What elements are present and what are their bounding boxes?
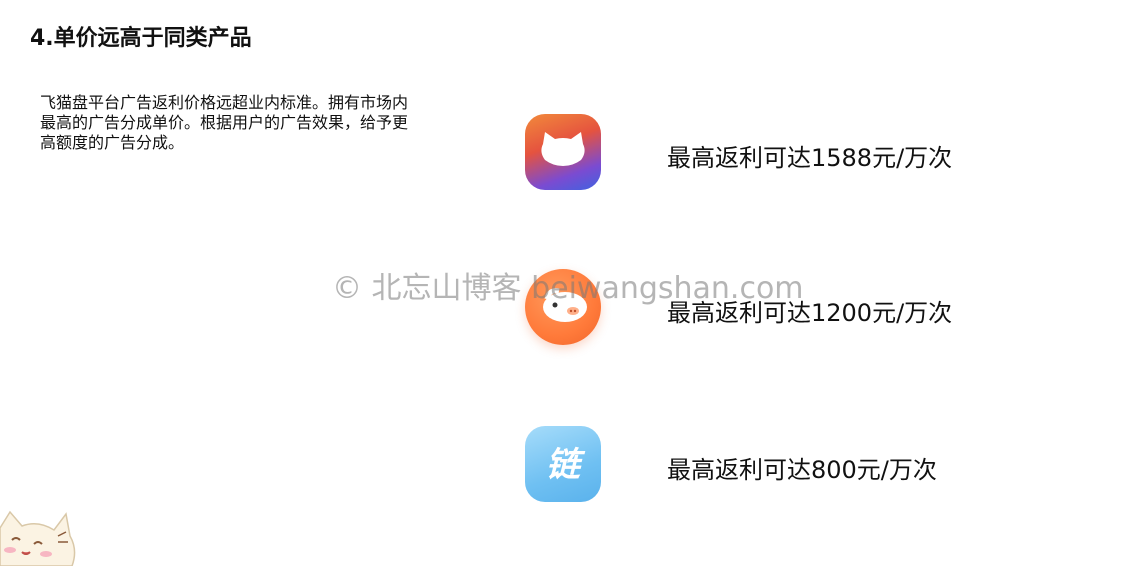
pig-app-icon <box>525 269 601 345</box>
cat-mascot-icon <box>0 500 80 566</box>
slide-description: 飞猫盘平台广告返利价格远超业内标准。拥有市场内最高的广告分成单价。根据用户的广告… <box>40 93 409 152</box>
product-row-3: 链 最高返利可达800元/万次 <box>525 426 1045 504</box>
product-row-1: 最高返利可达1588元/万次 <box>525 114 1045 192</box>
slide-title: 4.单价远高于同类产品 <box>30 26 252 51</box>
cat-app-icon <box>525 114 601 190</box>
rebate-text: 最高返利可达800元/万次 <box>667 456 937 484</box>
link-icon-glyph: 链 <box>546 445 586 485</box>
rebate-text: 最高返利可达1200元/万次 <box>667 299 953 327</box>
product-row-2: 最高返利可达1200元/万次 <box>525 269 1045 347</box>
slide: 4.单价远高于同类产品 飞猫盘平台广告返利价格远超业内标准。拥有市场内最高的广告… <box>0 0 1147 566</box>
rebate-text: 最高返利可达1588元/万次 <box>667 144 953 172</box>
link-app-icon: 链 <box>525 426 601 502</box>
